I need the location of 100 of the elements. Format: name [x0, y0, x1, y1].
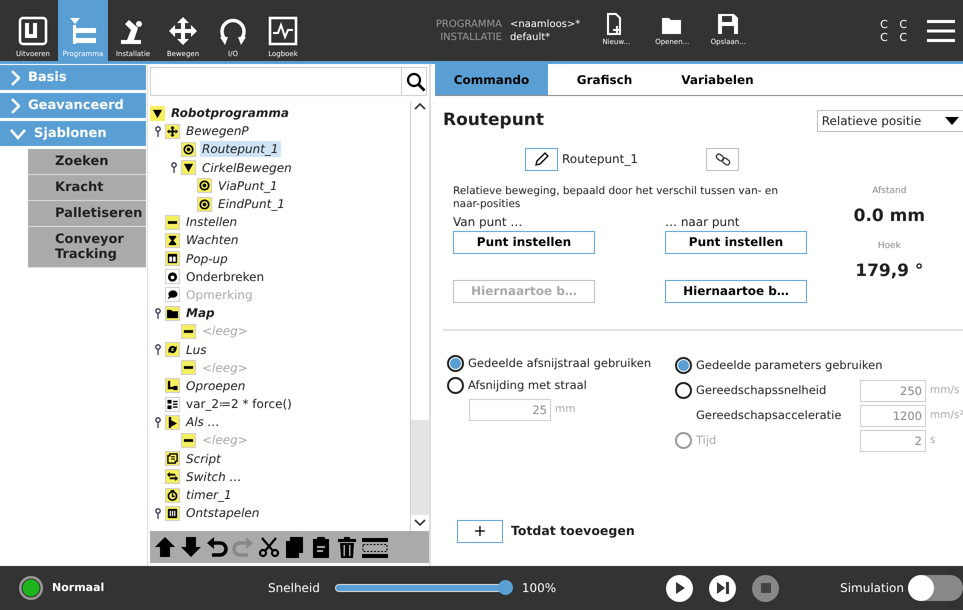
tab[interactable]: Commando	[435, 64, 548, 95]
folder-icon	[167, 308, 178, 319]
sidebar-subitem[interactable]: Palletiseren	[28, 201, 146, 227]
tree-node[interactable]: Script	[184, 450, 223, 467]
tree-node[interactable]: Oproepen	[184, 378, 248, 394]
scroll-down-icon[interactable]	[414, 519, 426, 527]
trash-icon[interactable]	[336, 536, 358, 558]
search-icon	[406, 72, 426, 92]
panel-title: Routepunt	[443, 109, 544, 132]
search-field[interactable]	[150, 67, 427, 96]
edit-name-button[interactable]	[525, 148, 558, 170]
tree-node[interactable]: Map	[184, 305, 217, 322]
installation-name: default*	[510, 30, 552, 44]
tree-node[interactable]: Als …	[184, 414, 222, 430]
unit-label: mm/s	[930, 382, 960, 398]
tree-node[interactable]: timer_1	[184, 487, 234, 504]
tree-node[interactable]: Robotprogramma	[169, 105, 291, 122]
sidebar-subitem[interactable]: Kracht	[28, 175, 146, 201]
simulation-label: Simulation	[840, 580, 904, 597]
reading-label: Afstand	[872, 184, 906, 198]
point-label: … naar punt	[665, 214, 740, 230]
indicator-text: C C	[880, 30, 911, 44]
indicator-text: C C	[880, 18, 911, 30]
tree-node[interactable]: Instellen	[184, 214, 240, 230]
unit-label: s	[930, 432, 936, 448]
speed-label: Snelheid	[268, 580, 320, 597]
scroll-up-icon[interactable]	[414, 102, 426, 110]
expand-pin-icon[interactable]	[154, 508, 160, 519]
tree-node[interactable]: Ontstapelen	[184, 505, 262, 522]
triangle-icon	[152, 108, 163, 119]
playback-control[interactable]	[709, 574, 736, 602]
menu-icon[interactable]	[927, 18, 955, 42]
sidebar-subitem[interactable]: Zoeken	[28, 149, 146, 175]
radio-button[interactable]	[675, 357, 692, 374]
copy-icon[interactable]	[284, 536, 306, 558]
suppress-line-icon[interactable]	[362, 536, 388, 558]
move-here-button[interactable]: Hiernaartoe b…	[665, 280, 807, 302]
arrow-down-icon[interactable]	[180, 536, 202, 558]
tree-node[interactable]: Pop-up	[184, 250, 230, 267]
radio-button[interactable]	[675, 382, 692, 399]
set-point-button[interactable]: Punt instellen	[453, 230, 595, 254]
tree-node[interactable]: Onderbreken	[184, 268, 266, 285]
playback-control[interactable]	[666, 574, 694, 602]
call-icon	[167, 380, 178, 392]
undo-icon[interactable]	[206, 536, 228, 558]
chevron-right-icon	[10, 70, 20, 86]
description-text: Relatieve beweging, bepaald door het verschil tussen van- en naar-posities	[453, 184, 779, 210]
expand-pin-icon[interactable]	[154, 126, 160, 137]
option-label: Gereedschapssnelheid	[696, 382, 828, 399]
program-label: PROGRAMMA	[436, 18, 502, 30]
expand-pin-icon[interactable]	[154, 344, 160, 356]
chevron-down-icon	[10, 128, 26, 140]
tree-node[interactable]: BewegenP	[184, 123, 251, 140]
option-label: Gedeelde parameters gebruiken	[696, 356, 883, 374]
chain-link-icon	[714, 151, 730, 167]
installation-label: INSTALLATIE	[439, 30, 502, 44]
waypoint-name: Routepunt_1	[562, 151, 640, 168]
option-label: Tijd	[696, 432, 718, 449]
expand-pin-icon[interactable]	[154, 308, 160, 319]
tree-node[interactable]: Routepunt_1	[200, 141, 281, 158]
set-point-button[interactable]: Punt instellen	[665, 230, 807, 254]
pencil-icon	[534, 151, 550, 167]
status-indicator-icon	[18, 575, 44, 601]
reading-label: Hoek	[878, 240, 901, 252]
swap-arrows-icon	[167, 471, 178, 482]
add-button[interactable]: +	[457, 520, 503, 542]
target-icon	[199, 180, 210, 192]
assignment-icon	[167, 398, 178, 410]
move-arrows-icon	[167, 14, 199, 46]
simulation-toggle[interactable]	[908, 575, 963, 601]
tree-node[interactable]: Switch …	[184, 468, 244, 485]
sidebar-subitem[interactable]: Conveyor Tracking	[28, 227, 146, 268]
timer-icon	[167, 490, 178, 501]
speech-bubble-icon	[167, 289, 178, 300]
link-button[interactable]	[706, 148, 739, 170]
add-until-label: Totdat toevoegen	[511, 522, 635, 540]
target-icon	[183, 144, 194, 155]
radio-button[interactable]	[447, 376, 464, 394]
scissors-icon[interactable]	[258, 536, 280, 558]
tree-node[interactable]: EindPunt_1	[216, 196, 287, 212]
position-type-dropdown[interactable]: Relatieve positie	[816, 110, 963, 132]
tree-node[interactable]: Wachten	[184, 232, 240, 248]
tree-node[interactable]: ViaPunt_1	[216, 178, 280, 194]
option-label: Afsnijding met straal	[468, 376, 587, 394]
option-label: Gereedschapsacceleratie	[696, 406, 842, 424]
unit-label: mm	[555, 402, 576, 418]
tree-node[interactable]: CirkelBewegen	[200, 160, 294, 176]
expand-pin-icon[interactable]	[170, 162, 176, 174]
move-arrows-icon	[167, 126, 178, 137]
expand-pin-icon[interactable]	[154, 416, 160, 428]
tree-node[interactable]: var_2≔2 * force()	[184, 396, 294, 412]
logo-icon	[17, 14, 49, 46]
window-icon	[167, 253, 178, 264]
arrow-up-icon[interactable]	[154, 536, 176, 558]
tree-node[interactable]: Lus	[184, 342, 209, 358]
scrollbar-thumb[interactable]	[411, 420, 429, 515]
option-label: Gedeelde afsnijstraal gebruiken	[468, 354, 652, 372]
reading-value: 179,9 °	[855, 260, 924, 283]
clipboard-icon[interactable]	[310, 536, 332, 558]
radio-button[interactable]	[447, 354, 464, 372]
